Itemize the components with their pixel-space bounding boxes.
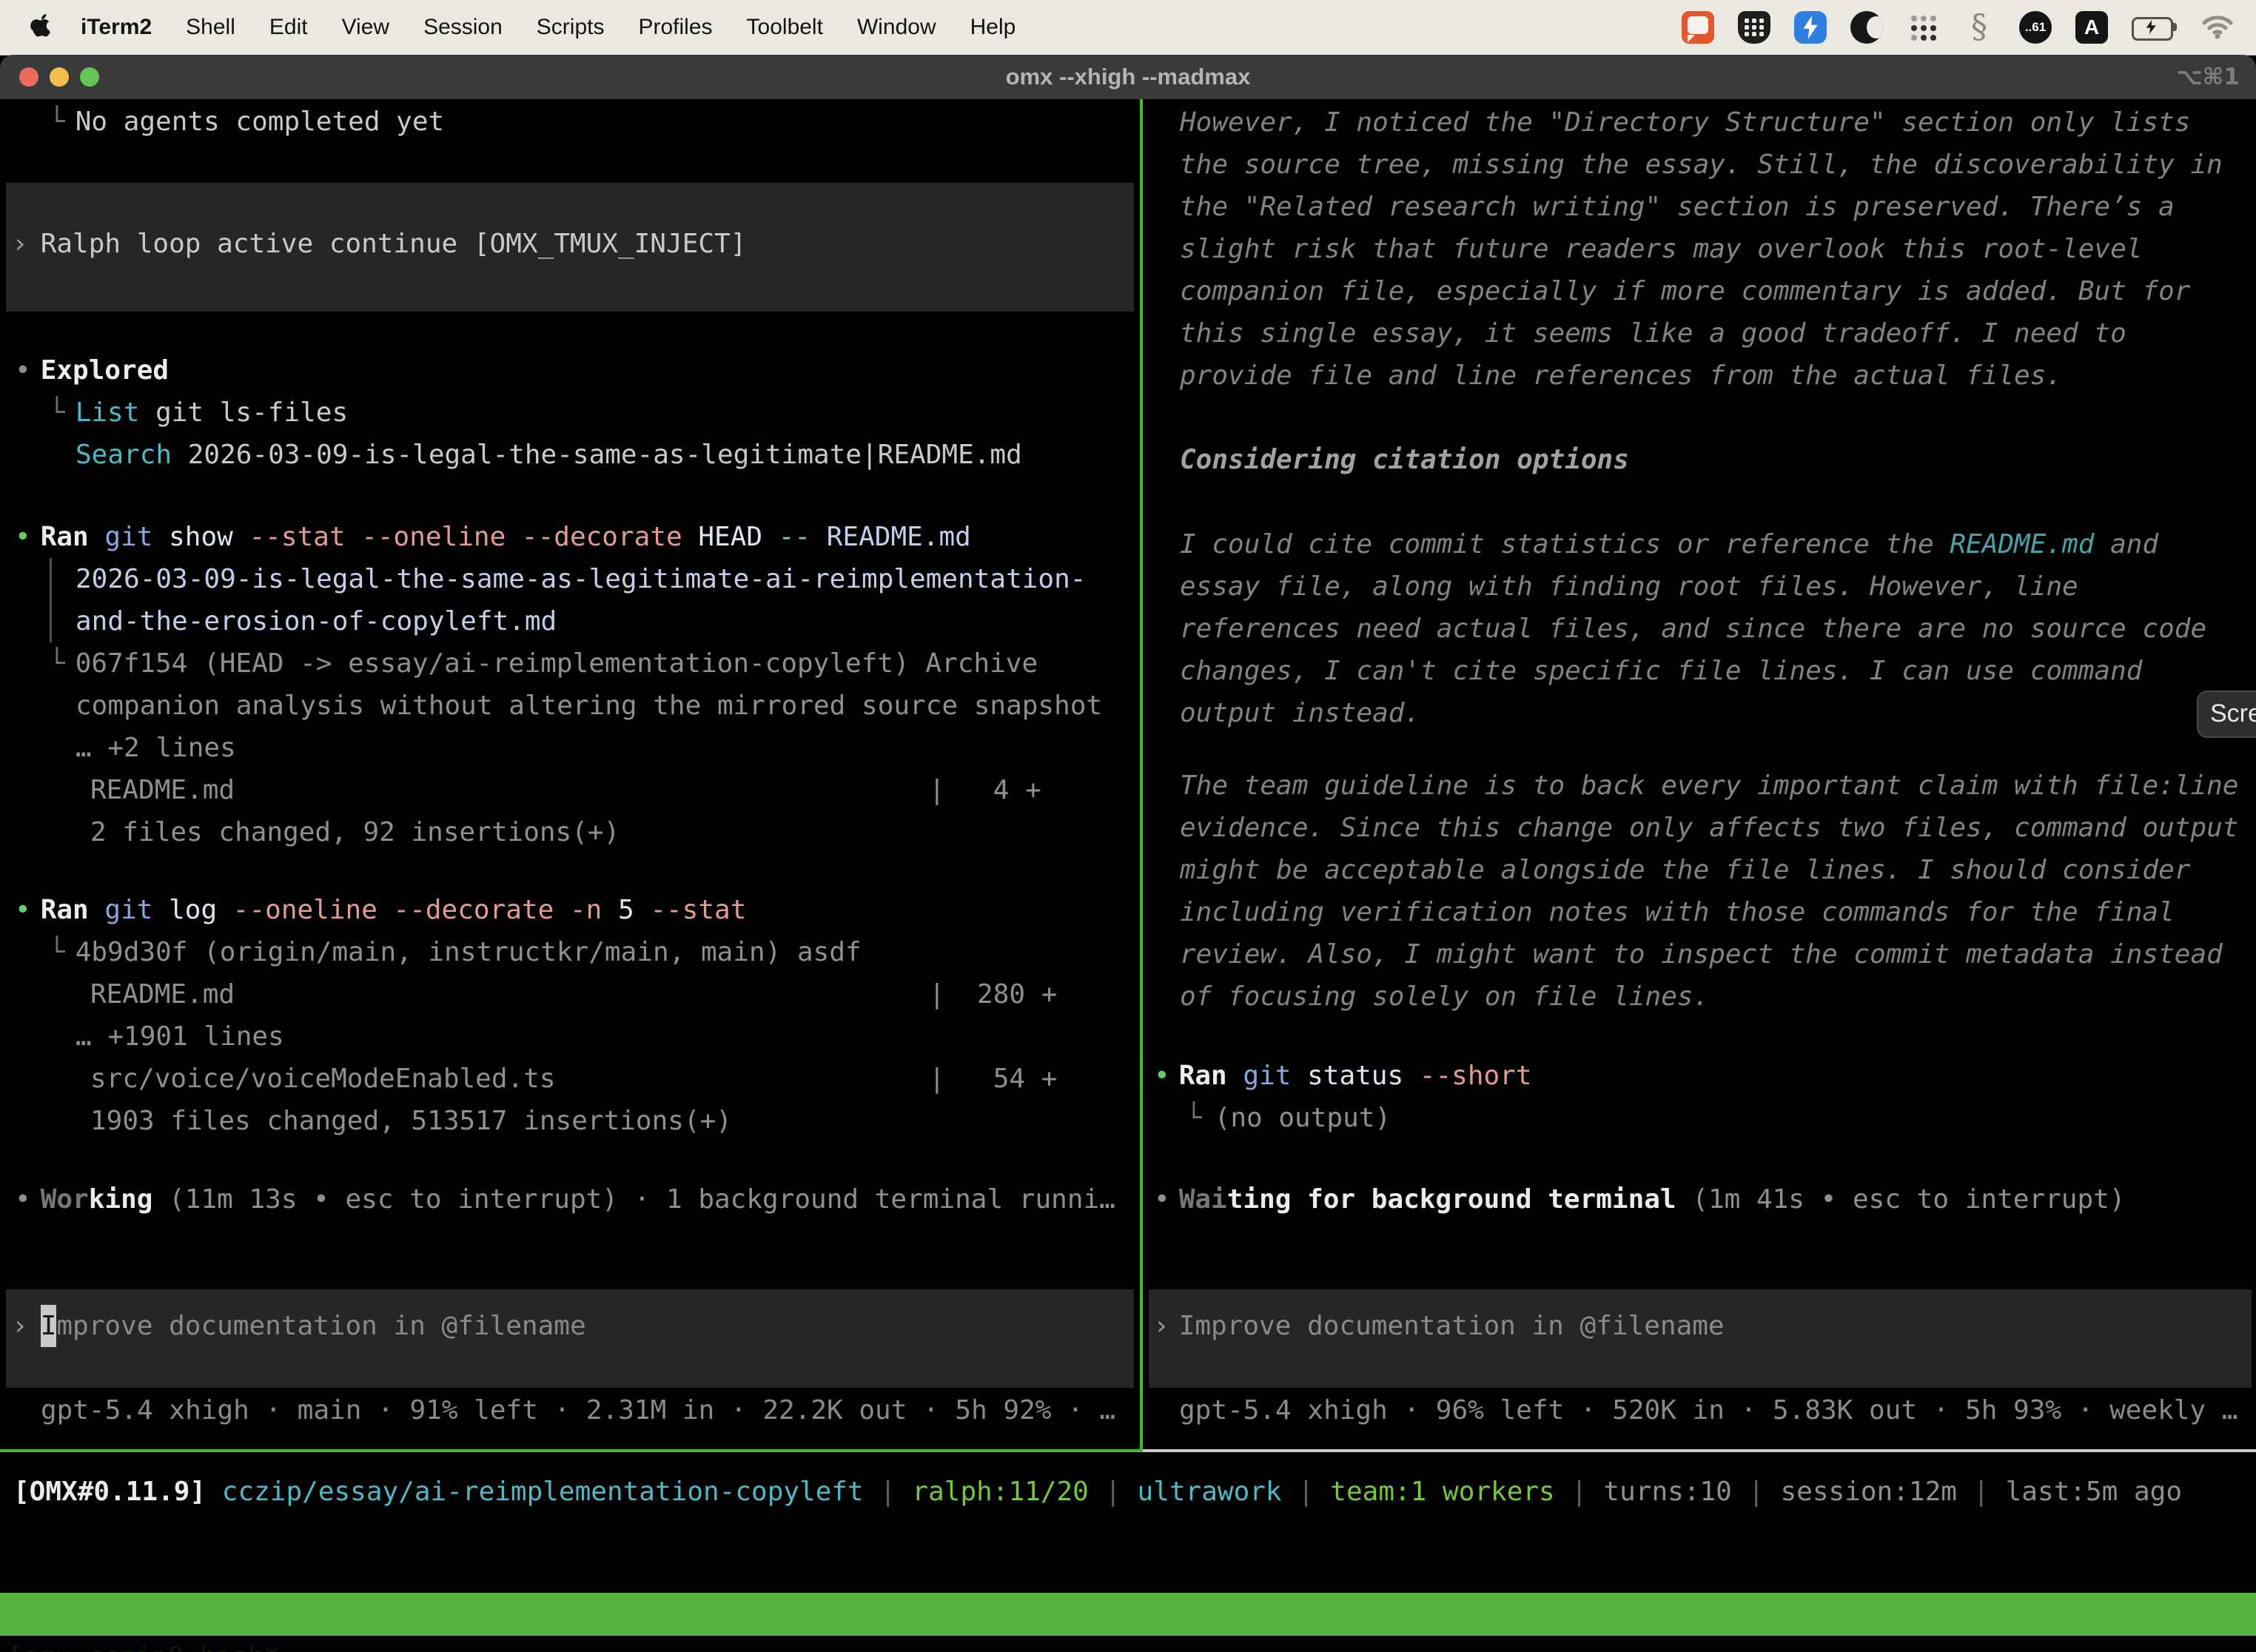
explored-line: •Explored bbox=[0, 349, 1155, 392]
screen-share-overlay-button[interactable]: Scre bbox=[2197, 691, 2256, 738]
thinking-paragraph-line: of focusing solely on file lines. bbox=[1144, 976, 2256, 1018]
thinking-paragraph-line: changes, I can't cite specific file line… bbox=[1144, 650, 2256, 692]
tmux-window-name[interactable]: [omx-cczip0:bash* bbox=[7, 1636, 280, 1652]
thinking-paragraph-line: companion file, especially if more comme… bbox=[1144, 270, 2256, 312]
search-line: Search 2026-03-09-is-legal-the-same-as-l… bbox=[0, 434, 1215, 476]
agents-note-line: └No agents completed yet bbox=[0, 101, 1189, 143]
chat-app-icon[interactable] bbox=[1682, 11, 1714, 44]
thinking-paragraph-line: I could cite commit statistics or refere… bbox=[1144, 523, 2256, 565]
macos-menu-bar: iTerm2 Shell Edit View Session Scripts P… bbox=[0, 0, 2256, 56]
iterm2-screen: iTerm2 Shell Edit View Session Scripts P… bbox=[0, 0, 2256, 1652]
thinking-paragraph-line: the source tree, missing the essay. Stil… bbox=[1144, 144, 2256, 186]
thinking-paragraph-line: output instead. bbox=[1144, 692, 2256, 734]
menu-item-help[interactable]: Help bbox=[953, 15, 1033, 40]
wifi-icon[interactable] bbox=[2201, 11, 2234, 44]
menu-item-view[interactable]: View bbox=[325, 15, 406, 40]
inject-prompt-line[interactable]: ›Ralph loop active continue [OMX_TMUX_IN… bbox=[0, 223, 1152, 265]
right-input-line[interactable]: ›Improve documentation in @filename bbox=[1144, 1305, 2256, 1347]
ran-git-show-line: •Ran git show --stat --oneline --decorat… bbox=[0, 516, 1155, 558]
window-title-bar: omx --xhigh --madmax ⌥⌘1 bbox=[0, 55, 2256, 99]
thinking-paragraph-line: However, I noticed the "Directory Struct… bbox=[1144, 101, 2256, 144]
right-pane-bottom-border bbox=[1143, 1449, 2256, 1452]
thinking-paragraph-line: including verification notes with those … bbox=[1144, 891, 2256, 933]
git-show-stat-line: README.md| 4 + bbox=[0, 769, 1230, 811]
thinking-paragraph-line: evidence. Since this change only affects… bbox=[1144, 807, 2256, 849]
git-show-output-line: companion analysis without altering the … bbox=[0, 685, 1215, 727]
thinking-paragraph-line: might be acceptable alongside the file l… bbox=[1144, 849, 2256, 891]
git-show-arg-line: and-the-erosion-of-copyleft.md bbox=[0, 600, 1215, 642]
dots-grid-icon[interactable] bbox=[1907, 11, 1939, 44]
menu-item-session[interactable]: Session bbox=[406, 15, 520, 40]
apple-menu[interactable] bbox=[30, 13, 53, 41]
ran-git-log-line: •Ran git log --oneline --decorate -n 5 -… bbox=[0, 889, 1155, 931]
git-log-output-line: … +1901 lines bbox=[0, 1015, 1215, 1058]
waiting-status-line: •Waiting for background terminal (1m 41s… bbox=[1144, 1178, 2256, 1220]
keypad-shield-icon[interactable] bbox=[1738, 11, 1770, 44]
menu-item-edit[interactable]: Edit bbox=[252, 15, 325, 40]
blue-bolt-icon[interactable] bbox=[1794, 11, 1827, 44]
working-status-line: •Working (11m 13s • esc to interrupt) · … bbox=[0, 1178, 1155, 1220]
git-show-output-line: … +2 lines bbox=[0, 727, 1215, 769]
left-pane-bottom-border bbox=[0, 1449, 1140, 1452]
thinking-heading: Considering citation options bbox=[1144, 439, 2256, 481]
thinking-paragraph-line: The team guideline is to back every impo… bbox=[1144, 765, 2256, 807]
omx-status-bar: [OMX#0.11.9] cczip/essay/ai-reimplementa… bbox=[0, 1471, 2256, 1513]
menu-item-profiles[interactable]: Profiles bbox=[621, 15, 729, 40]
ran-git-status-line: •Ran git status --short bbox=[1144, 1055, 2256, 1097]
readme-link: README.md bbox=[1950, 529, 2094, 560]
badge-61-icon[interactable]: ..61 bbox=[2019, 11, 2052, 44]
menu-item-shell[interactable]: Shell bbox=[169, 15, 252, 40]
window-title: omx --xhigh --madmax bbox=[0, 55, 2256, 99]
window-shortcut-hint: ⌥⌘1 bbox=[2176, 55, 2240, 99]
menu-item-window[interactable]: Window bbox=[840, 15, 953, 40]
thinking-paragraph-line: essay file, along with finding root file… bbox=[1144, 565, 2256, 608]
menu-item-toolbelt[interactable]: Toolbelt bbox=[730, 15, 840, 40]
pane-divider[interactable] bbox=[1140, 99, 1143, 1452]
thinking-paragraph-line: this single essay, it seems like a good … bbox=[1144, 312, 2256, 355]
letter-a-icon[interactable]: A bbox=[2075, 11, 2108, 44]
crescent-icon[interactable] bbox=[1850, 11, 1883, 44]
git-log-output-line: └4b9d30f (origin/main, instructkr/main, … bbox=[0, 931, 1189, 973]
git-show-arg-line: 2026-03-09-is-legal-the-same-as-legitima… bbox=[0, 558, 1215, 600]
thinking-paragraph-line: slight risk that future readers may over… bbox=[1144, 228, 2256, 270]
list-line: └List git ls-files bbox=[0, 392, 1189, 434]
battery-icon[interactable] bbox=[2132, 11, 2178, 44]
left-session-status-line: gpt-5.4 xhigh · main · 91% left · 2.31M … bbox=[0, 1389, 1181, 1431]
squiggle-icon[interactable]: § bbox=[1963, 11, 1995, 44]
thinking-paragraph-line: references need actual files, and since … bbox=[1144, 608, 2256, 650]
thinking-paragraph-line: the "Related research writing" section i… bbox=[1144, 186, 2256, 228]
git-show-output-line: └067f154 (HEAD -> essay/ai-reimplementat… bbox=[0, 642, 1189, 685]
text-cursor: I bbox=[41, 1305, 57, 1347]
git-log-stat-line: README.md| 280 + bbox=[0, 973, 1230, 1015]
thinking-paragraph-line: review. Also, I might want to inspect th… bbox=[1144, 933, 2256, 976]
git-log-output-line: 1903 files changed, 513517 insertions(+) bbox=[0, 1100, 1230, 1142]
right-session-status-line: gpt-5.4 xhigh · 96% left · 520K in · 5.8… bbox=[1144, 1389, 2256, 1431]
git-status-output-line: └(no output) bbox=[1144, 1097, 2256, 1139]
git-log-stat-line: src/voice/voiceModeEnabled.ts| 54 + bbox=[0, 1058, 1230, 1100]
menu-bar-status-icons: § ..61 A bbox=[1682, 11, 2256, 44]
menu-item-iterm2[interactable]: iTerm2 bbox=[64, 15, 169, 40]
menu-item-scripts[interactable]: Scripts bbox=[520, 15, 622, 40]
git-show-output-line: 2 files changed, 92 insertions(+) bbox=[0, 811, 1230, 853]
apple-icon bbox=[30, 13, 53, 41]
left-input-line[interactable]: ›Improve documentation in @filename bbox=[0, 1305, 1152, 1347]
tmux-status-bar: [omx-cczip0:bash* "MacBook-Pro-44.local"… bbox=[0, 1593, 2256, 1636]
thinking-paragraph-line: provide file and line references from th… bbox=[1144, 355, 2256, 397]
